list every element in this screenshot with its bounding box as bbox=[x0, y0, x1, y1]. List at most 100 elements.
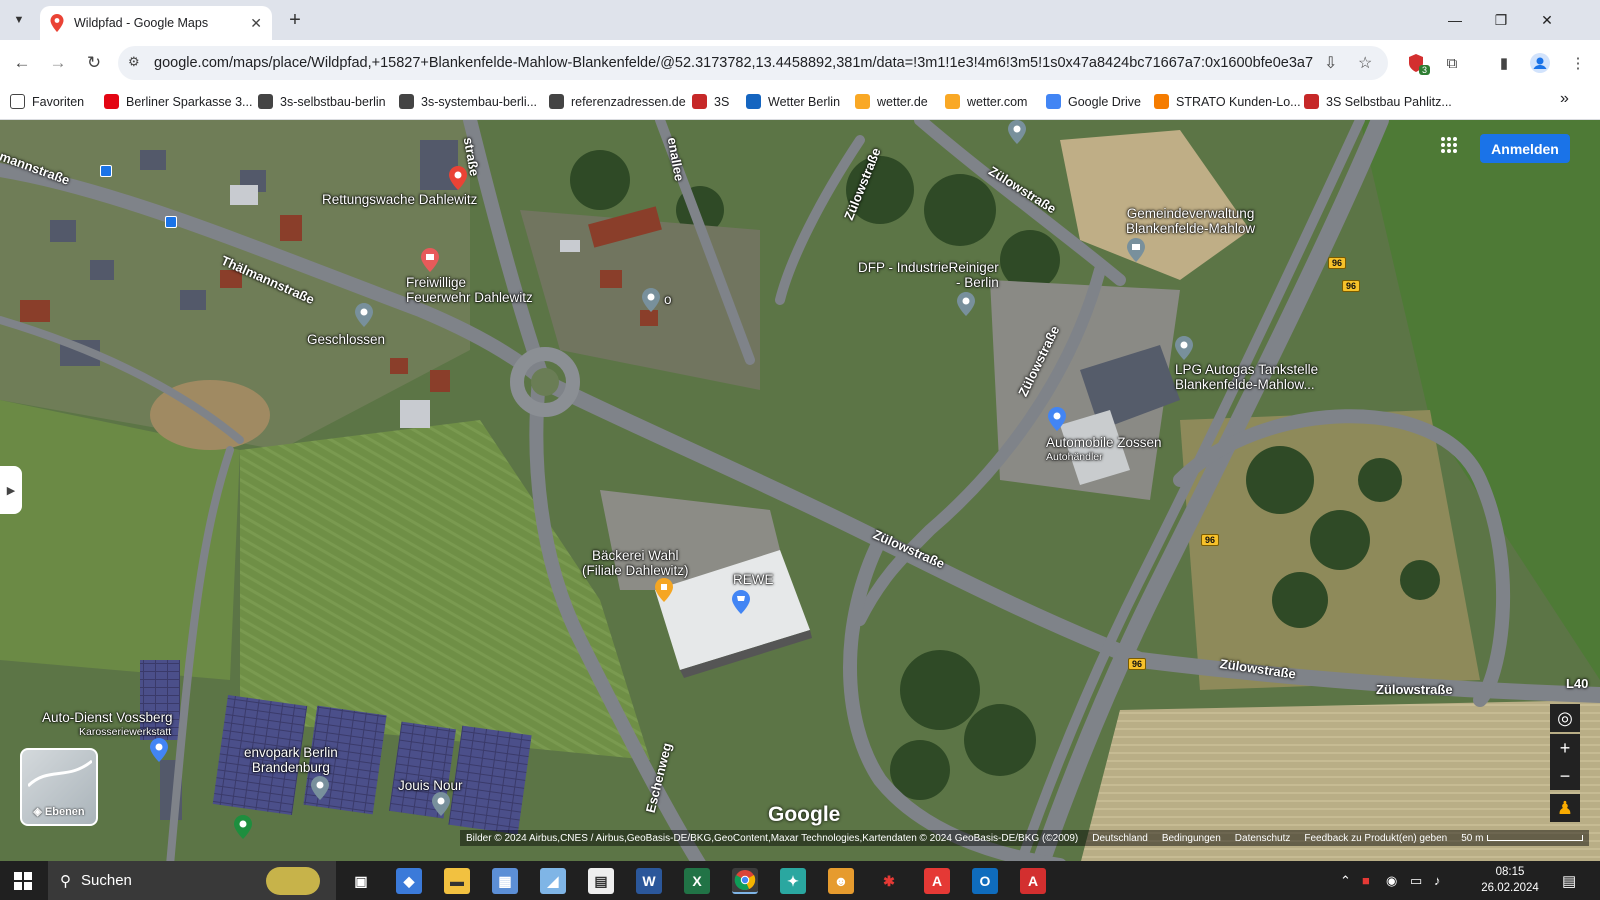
volume-icon[interactable]: ♪ bbox=[1434, 861, 1441, 900]
profile-avatar-icon[interactable] bbox=[1528, 51, 1552, 75]
minimize-icon[interactable]: — bbox=[1432, 0, 1478, 40]
app-icon[interactable]: ✱ bbox=[876, 868, 902, 894]
place-label[interactable]: Auto-Dienst Vossberg bbox=[42, 710, 173, 725]
windows-start-icon[interactable] bbox=[10, 868, 36, 894]
file-explorer-icon[interactable]: ▬ bbox=[444, 868, 470, 894]
extensions-puzzle-icon[interactable]: ⧉ bbox=[1440, 51, 1464, 75]
forward-button[interactable]: → bbox=[44, 49, 72, 77]
word-icon[interactable]: W bbox=[636, 868, 662, 894]
place-label[interactable]: REWE bbox=[733, 572, 774, 587]
site-info-icon[interactable]: ⚙ bbox=[128, 54, 146, 72]
poi-pin-gray-icon[interactable] bbox=[311, 776, 329, 800]
repair-shop-pin-icon[interactable] bbox=[150, 738, 168, 762]
reload-button[interactable]: ↻ bbox=[80, 49, 108, 77]
pegman-icon[interactable]: ♟ bbox=[1550, 794, 1580, 822]
acrobat-icon[interactable]: A bbox=[1020, 868, 1046, 894]
bus-stop-icon[interactable] bbox=[165, 216, 177, 228]
place-label[interactable]: Rettungswache Dahlewitz bbox=[322, 192, 477, 207]
bookmark-item[interactable]: 3S bbox=[692, 94, 729, 109]
bookmark-item[interactable]: 3s-systembau-berli... bbox=[399, 94, 537, 109]
taskbar-search-box[interactable]: ⚲ Suchen bbox=[48, 861, 336, 900]
bookmark-star-icon[interactable]: ☆ bbox=[1358, 53, 1372, 73]
place-label[interactable]: Bäckerei Wahl (Filiale Dahlewitz) bbox=[582, 548, 689, 578]
restore-icon[interactable]: ❐ bbox=[1478, 0, 1524, 40]
bookmark-item[interactable]: wetter.de bbox=[855, 94, 928, 109]
my-location-button[interactable]: ◎ bbox=[1550, 704, 1580, 732]
poi-pin-gray-icon[interactable] bbox=[642, 288, 660, 312]
install-app-icon[interactable]: ⇩ bbox=[1324, 53, 1337, 73]
poi-pin-gray-icon[interactable] bbox=[957, 292, 975, 316]
poi-pin-gray-icon[interactable] bbox=[432, 792, 450, 816]
expand-side-panel-button[interactable]: ▶ bbox=[0, 466, 22, 514]
tray-camera-icon[interactable]: ◉ bbox=[1386, 861, 1397, 900]
tab-google-maps[interactable]: Wildpfad - Google Maps ✕ bbox=[40, 6, 272, 40]
government-pin-icon[interactable] bbox=[1127, 238, 1145, 262]
google-apps-icon[interactable] bbox=[1440, 136, 1464, 160]
bookmarks-overflow-icon[interactable]: » bbox=[1560, 90, 1569, 108]
bookmark-item[interactable]: Favoriten bbox=[10, 94, 84, 109]
fire-station-pin-icon[interactable] bbox=[421, 248, 439, 272]
zoom-in-button[interactable]: + bbox=[1550, 734, 1580, 762]
bookmark-item[interactable]: STRATO Kunden-Lo... bbox=[1154, 94, 1301, 109]
excel-icon[interactable]: X bbox=[684, 868, 710, 894]
app-icon[interactable]: ▦ bbox=[492, 868, 518, 894]
notifications-icon[interactable]: ▤ bbox=[1562, 861, 1576, 900]
outlook-icon[interactable]: O bbox=[972, 868, 998, 894]
terms-link[interactable]: Bedingungen bbox=[1162, 833, 1221, 844]
tab-search-button[interactable]: ▼ bbox=[6, 8, 32, 32]
shopping-cart-pin-icon[interactable] bbox=[732, 590, 750, 614]
poi-pin-gray-icon[interactable] bbox=[355, 303, 373, 327]
scale-label[interactable]: 50 m bbox=[1461, 833, 1483, 844]
bookmark-item[interactable]: referenzadressen.de bbox=[549, 94, 686, 109]
place-label[interactable]: o bbox=[664, 292, 672, 307]
place-label[interactable]: Automobile Zossen bbox=[1046, 435, 1162, 450]
pdf-icon[interactable]: A bbox=[924, 868, 950, 894]
bakery-pin-icon[interactable] bbox=[655, 578, 673, 602]
clock[interactable]: 08:15 26.02.2024 bbox=[1475, 864, 1545, 896]
close-tab-icon[interactable]: ✕ bbox=[250, 15, 262, 32]
place-label[interactable]: DFP - IndustrieReiniger - Berlin bbox=[858, 260, 999, 290]
bookmark-item[interactable]: Google Drive bbox=[1046, 94, 1141, 109]
bus-stop-icon[interactable] bbox=[100, 165, 112, 177]
place-label[interactable]: envopark Berlin Brandenburg bbox=[244, 745, 338, 775]
bookmark-item[interactable]: Berliner Sparkasse 3... bbox=[104, 94, 252, 109]
bookmark-item[interactable]: 3s-selbstbau-berlin bbox=[258, 94, 386, 109]
sign-in-button[interactable]: Anmelden bbox=[1480, 134, 1570, 163]
layers-button[interactable]: ◈ Ebenen bbox=[20, 748, 98, 826]
menu-kebab-icon[interactable]: ⋮ bbox=[1566, 51, 1590, 75]
map-canvas[interactable]: Anmelden ▶ Rettungswache Dahlewitz Freiw… bbox=[0, 120, 1600, 865]
extension-shield-icon[interactable]: 3 bbox=[1404, 51, 1430, 75]
place-label[interactable]: LPG Autogas Tankstelle Blankenfelde-Mahl… bbox=[1175, 362, 1318, 392]
network-icon[interactable]: ▭ bbox=[1410, 861, 1422, 900]
app-icon[interactable]: ☻ bbox=[828, 868, 854, 894]
close-window-icon[interactable]: ✕ bbox=[1524, 0, 1570, 40]
poi-pin-gray-icon[interactable] bbox=[1008, 120, 1026, 144]
bookmark-item[interactable]: wetter.com bbox=[945, 94, 1027, 109]
side-panel-icon[interactable]: ▮ bbox=[1492, 51, 1516, 75]
bookmark-item[interactable]: 3S Selbstbau Pahlitz... bbox=[1304, 94, 1452, 109]
feedback-link[interactable]: Feedback zu Produkt(en) geben bbox=[1304, 833, 1447, 844]
place-label[interactable]: Jouis Nour bbox=[398, 778, 463, 793]
gas-station-pin-icon[interactable] bbox=[1175, 336, 1193, 360]
car-dealer-pin-icon[interactable] bbox=[1048, 407, 1066, 431]
zoom-out-button[interactable]: − bbox=[1550, 762, 1580, 790]
tray-app-icon[interactable]: ■ bbox=[1362, 861, 1370, 900]
app-icon[interactable]: ◢ bbox=[540, 868, 566, 894]
country-link[interactable]: Deutschland bbox=[1092, 833, 1148, 844]
back-button[interactable]: ← bbox=[8, 49, 36, 77]
notepad-icon[interactable]: ▤ bbox=[588, 868, 614, 894]
tray-chevron-icon[interactable]: ⌃ bbox=[1340, 861, 1351, 900]
privacy-link[interactable]: Datenschutz bbox=[1235, 833, 1291, 844]
poi-pin-green-icon[interactable] bbox=[234, 815, 252, 839]
app-icon[interactable]: ◆ bbox=[396, 868, 422, 894]
task-view-icon[interactable]: ▣ bbox=[348, 868, 374, 894]
address-bar[interactable]: ⚙ google.com/maps/place/Wildpfad,+15827+… bbox=[118, 46, 1388, 80]
place-label[interactable]: Geschlossen bbox=[307, 332, 385, 347]
place-label[interactable]: Freiwillige Feuerwehr Dahlewitz bbox=[406, 275, 533, 305]
chrome-icon[interactable] bbox=[732, 868, 758, 894]
app-icon[interactable]: ✦ bbox=[780, 868, 806, 894]
place-label[interactable]: Gemeindeverwaltung Blankenfelde-Mahlow bbox=[1126, 206, 1255, 236]
bookmark-item[interactable]: Wetter Berlin bbox=[746, 94, 840, 109]
new-tab-button[interactable]: + bbox=[282, 8, 308, 32]
poi-pin-red-icon[interactable] bbox=[449, 166, 467, 190]
